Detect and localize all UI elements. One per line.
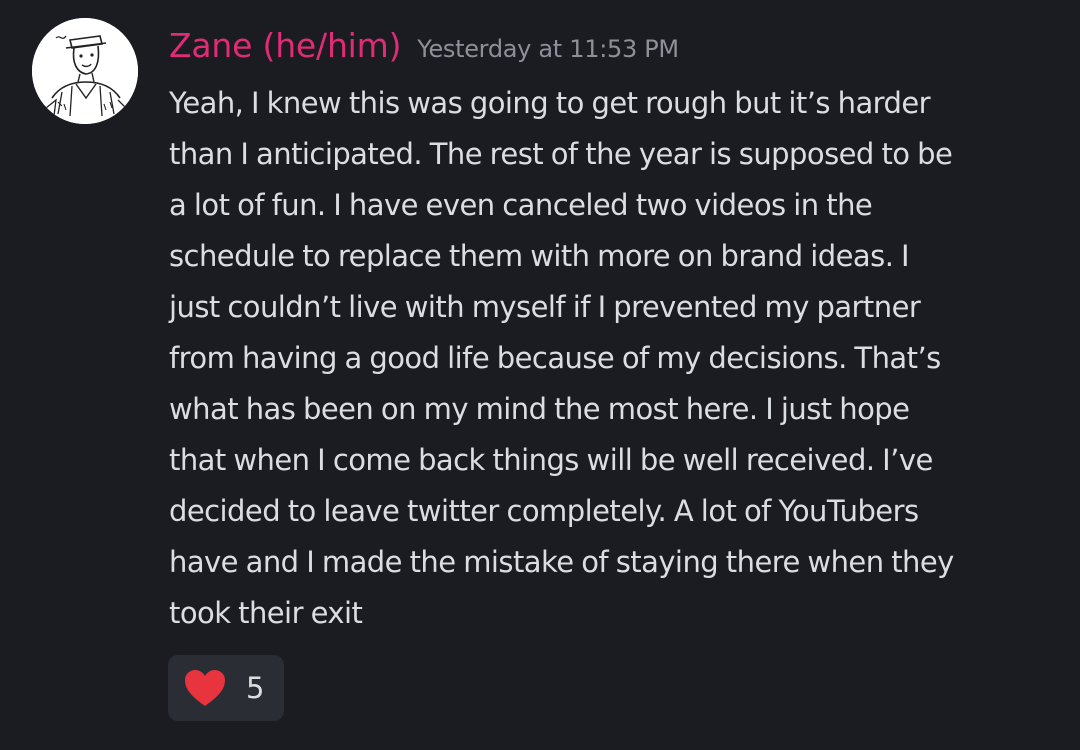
avatar-sketch-icon [32,18,138,124]
message-header: Zane (he/him) Yesterday at 11:53 PM [169,26,679,74]
message-line: that when I come back things will be wel… [169,443,933,477]
message-line: have and I made the mistake of staying t… [169,545,954,579]
heart-icon [185,670,225,706]
message-line: took their exit [169,596,363,630]
author-name[interactable]: Zane (he/him) [169,26,401,65]
message-timestamp: Yesterday at 11:53 PM [417,35,679,63]
message-content: Yeah, I knew this was going to get rough… [169,78,1049,639]
message-line: a lot of fun. I have even canceled two v… [169,188,873,222]
message-line: Yeah, I knew this was going to get rough… [169,86,931,120]
message-line: schedule to replace them with more on br… [169,239,910,273]
message-line: what has been on my mind the most here. … [169,392,910,426]
chat-message: Zane (he/him) Yesterday at 11:53 PM Yeah,… [0,0,1080,750]
message-line: than I anticipated. The rest of the year… [169,137,953,171]
message-line: from having a good life because of my de… [169,341,941,375]
avatar[interactable] [32,18,138,124]
heart-reaction-button[interactable]: 5 [168,655,284,721]
message-line: just couldn’t live with myself if I prev… [169,290,921,324]
message-line: decided to leave twitter completely. A l… [169,494,919,528]
reaction-count: 5 [246,671,265,705]
